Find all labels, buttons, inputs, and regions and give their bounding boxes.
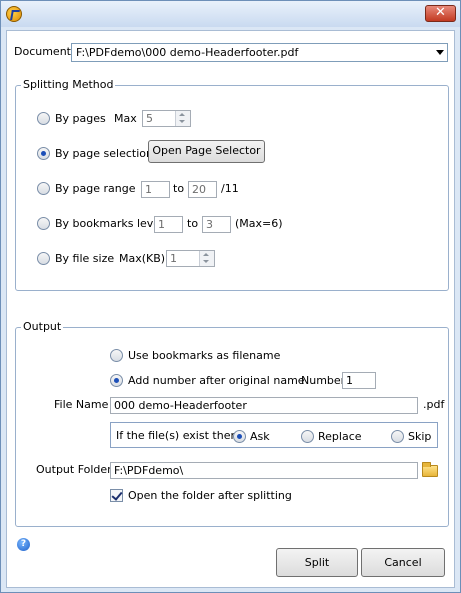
by-pages-label[interactable]: By pages [55, 112, 106, 126]
close-icon: ✕ [435, 5, 446, 20]
exist-skip-label[interactable]: Skip [408, 430, 431, 444]
help-icon[interactable]: ? [17, 538, 30, 551]
by-page-selection-radio[interactable] [37, 147, 50, 160]
title-bar[interactable]: ✕ [1, 1, 460, 27]
by-page-range-radio[interactable] [37, 182, 50, 195]
by-pages-max-value: 5 [146, 112, 153, 125]
number-label: Number [301, 374, 346, 387]
bookmarks-to-label: to [187, 217, 199, 230]
exist-ask-radio[interactable] [233, 430, 246, 443]
bookmarks-to-value: 3 [206, 218, 213, 231]
split-dialog-window: ✕ Document F:\PDFdemo\000 demo-Headerfoo… [0, 0, 461, 593]
output-folder-value: F:\PDFdemo\ [114, 464, 184, 477]
add-number-radio[interactable] [110, 374, 123, 387]
output-folder-input[interactable]: F:\PDFdemo\ [110, 462, 418, 479]
chevron-down-icon[interactable] [436, 50, 444, 55]
add-number-label[interactable]: Add number after original name [128, 374, 305, 388]
folder-icon[interactable] [422, 462, 438, 477]
open-page-selector-label: Open Page Selector [152, 144, 261, 157]
splitting-method-legend: Splitting Method [23, 78, 114, 91]
bookmarks-from-value: 1 [158, 218, 165, 231]
use-bookmarks-label[interactable]: Use bookmarks as filename [128, 349, 280, 363]
page-range-from-value: 1 [145, 183, 152, 196]
file-name-value: 000 demo-Headerfooter [114, 399, 247, 412]
page-range-to-value: 20 [192, 183, 206, 196]
use-bookmarks-radio[interactable] [110, 349, 123, 362]
split-button-label: Split [304, 556, 330, 569]
file-name-input[interactable]: 000 demo-Headerfooter [110, 397, 418, 414]
exist-replace-label[interactable]: Replace [318, 430, 362, 444]
file-size-value: 1 [170, 252, 177, 265]
file-size-max-label: Max(KB) [119, 252, 166, 265]
by-pages-max-label: Max [114, 112, 137, 125]
by-file-size-radio[interactable] [37, 252, 50, 265]
by-pages-radio[interactable] [37, 112, 50, 125]
exist-replace-radio[interactable] [301, 430, 314, 443]
exist-ask-label[interactable]: Ask [250, 430, 270, 444]
file-name-label: File Name [54, 398, 109, 411]
dialog-client-area: Document F:\PDFdemo\000 demo-Headerfoote… [6, 30, 455, 588]
page-range-from-input[interactable]: 1 [141, 181, 170, 198]
file-ext-label: .pdf [423, 398, 445, 411]
by-pages-max-spinner[interactable]: 5 [142, 110, 191, 127]
page-range-total: /11 [221, 182, 239, 195]
document-label: Document [14, 45, 71, 58]
open-folder-label[interactable]: Open the folder after splitting [128, 489, 292, 503]
split-button[interactable]: Split [276, 548, 358, 577]
number-input[interactable]: 1 [342, 372, 376, 389]
cancel-button-label: Cancel [384, 556, 422, 569]
by-file-size-label[interactable]: By file size [55, 252, 114, 266]
cancel-button[interactable]: Cancel [361, 548, 445, 577]
document-select-value: F:\PDFdemo\000 demo-Headerfooter.pdf [76, 46, 299, 59]
by-page-range-label[interactable]: By page range [55, 182, 136, 196]
by-bookmarks-level-radio[interactable] [37, 217, 50, 230]
document-select[interactable]: F:\PDFdemo\000 demo-Headerfooter.pdf [71, 43, 448, 62]
page-range-to-input[interactable]: 20 [188, 181, 217, 198]
open-page-selector-button[interactable]: Open Page Selector [148, 140, 265, 163]
file-exist-label: If the file(s) exist then [116, 429, 238, 442]
open-folder-checkbox[interactable] [110, 489, 123, 502]
by-bookmarks-level-label[interactable]: By bookmarks level [55, 217, 163, 231]
exist-skip-radio[interactable] [391, 430, 404, 443]
output-folder-label: Output Folder [36, 463, 112, 476]
close-button[interactable]: ✕ [425, 5, 456, 22]
by-page-selection-label[interactable]: By page selection [55, 147, 153, 161]
number-value: 1 [346, 374, 353, 387]
file-size-spinner[interactable]: 1 [166, 250, 215, 267]
page-range-to-label: to [173, 182, 185, 195]
spinner-arrows-icon[interactable] [199, 251, 214, 266]
bookmarks-from-input[interactable]: 1 [154, 216, 183, 233]
spinner-arrows-icon[interactable] [175, 111, 190, 126]
output-legend: Output [23, 320, 62, 333]
bookmarks-to-input[interactable]: 3 [202, 216, 231, 233]
app-icon [6, 6, 22, 22]
bookmarks-max-note: (Max=6) [235, 217, 283, 230]
